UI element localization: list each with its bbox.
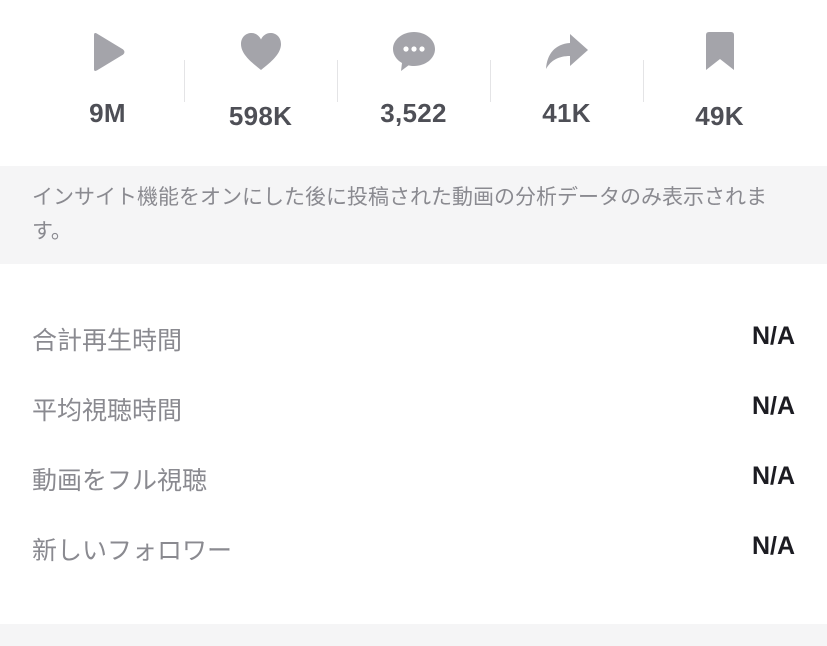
metric-label: 新しいフォロワー [32, 536, 233, 565]
stat-value: 41K [542, 98, 591, 128]
share-icon [545, 30, 589, 74]
heart-icon [239, 30, 283, 74]
stat-favorites: 49K [643, 0, 796, 166]
stat-comments: 3,522 [337, 0, 490, 166]
metric-label: 動画をフル視聴 [32, 466, 208, 495]
stat-views: 9M [31, 0, 184, 166]
bookmark-icon [698, 30, 742, 74]
metric-value: N/A [751, 392, 795, 420]
section-divider-band [0, 624, 827, 646]
metric-row-new-followers: 新しいフォロワー N/A [0, 514, 827, 584]
metric-row-total-play-time: 合計再生時間 N/A [0, 304, 827, 374]
insight-notice: インサイト機能をオンにした後に投稿された動画の分析データのみ表示されます。 [0, 166, 827, 264]
metric-value: N/A [751, 322, 795, 350]
metric-label: 平均視聴時間 [32, 396, 183, 425]
play-icon [86, 30, 130, 74]
metric-row-full-watch: 動画をフル視聴 N/A [0, 444, 827, 514]
metric-row-average-watch-time: 平均視聴時間 N/A [0, 374, 827, 444]
video-stats-row: 9M 598K 3,522 41K 49K [31, 0, 796, 166]
video-analytics-screen: 9M 598K 3,522 41K 49K インサイト機能をオンにした後に投稿さ… [0, 0, 827, 646]
stat-likes: 598K [184, 0, 337, 166]
metric-value: N/A [751, 462, 795, 490]
stat-value: 598K [228, 101, 293, 131]
stat-shares: 41K [490, 0, 643, 166]
metric-label: 合計再生時間 [32, 326, 183, 355]
stat-value: 49K [695, 101, 744, 131]
stat-value: 3,522 [380, 98, 447, 128]
metric-value: N/A [751, 532, 795, 560]
stat-value: 9M [89, 98, 126, 128]
comment-icon [392, 30, 436, 74]
notice-text: インサイト機能をオンにした後に投稿された動画の分析データのみ表示されます。 [32, 185, 767, 243]
